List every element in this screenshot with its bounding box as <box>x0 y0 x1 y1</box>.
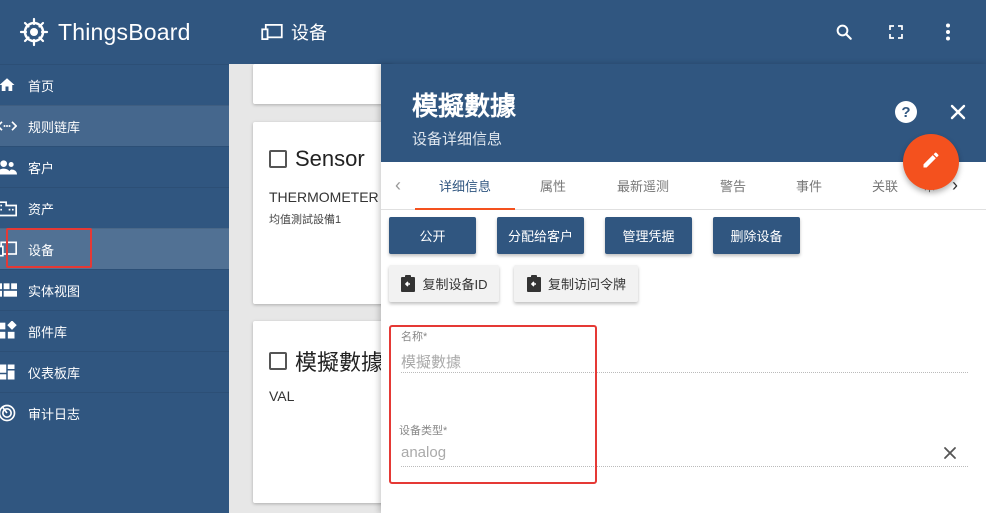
sidebar-item-label: 实体视图 <box>28 283 81 299</box>
edit-pencil-icon <box>921 150 941 175</box>
sidebar-item-entity-views[interactable]: 实体视图 <box>0 269 229 310</box>
tabs-prev-icon[interactable]: ‹ <box>381 162 415 210</box>
card-device-type: VAL <box>269 388 295 404</box>
help-icon[interactable]: ? <box>895 101 917 123</box>
device-card[interactable]: 模擬數據 VAL <box>253 321 393 503</box>
dashboards-icon <box>0 361 18 383</box>
tab-events[interactable]: 事件 <box>771 162 847 210</box>
sidebar-item-rule-chains[interactable]: 规则链库 <box>0 105 229 146</box>
top-toolbar: 设备 <box>229 0 986 64</box>
panel-subtitle: 设备详细信息 <box>412 131 503 148</box>
sidebar-item-dashboards[interactable]: 仪表板库 <box>0 351 229 392</box>
devices-icon <box>261 22 285 42</box>
card-description: 均值測試設備1 <box>269 214 342 226</box>
logo[interactable]: ThingsBoard <box>0 0 229 64</box>
sidebar-item-widgets[interactable]: 部件库 <box>0 310 229 351</box>
copy-access-token-label: 复制访问令牌 <box>547 277 626 292</box>
sidebar-item-label: 仪表板库 <box>28 365 81 381</box>
sidebar-item-audit-logs[interactable]: 审计日志 <box>0 392 229 433</box>
entity-view-icon <box>0 279 18 301</box>
card-checkbox[interactable] <box>269 352 287 370</box>
card-device-type: THERMOMETER <box>269 189 379 205</box>
close-icon[interactable] <box>947 101 969 123</box>
home-icon <box>0 74 18 96</box>
card-title: Sensor <box>295 146 365 171</box>
card-title: 模擬數據 <box>295 350 384 375</box>
tab-latest-telemetry[interactable]: 最新遥测 <box>591 162 695 210</box>
sidebar-item-home[interactable]: 首页 <box>0 64 229 105</box>
devices-icon <box>0 238 18 260</box>
copy-device-id-label: 复制设备ID <box>422 277 488 292</box>
make-public-button[interactable]: 公开 <box>389 217 476 254</box>
page-title: 设备 <box>291 23 327 43</box>
assets-icon <box>0 197 18 219</box>
manage-credentials-button[interactable]: 管理凭据 <box>605 217 692 254</box>
card-checkbox[interactable] <box>269 150 287 168</box>
tab-alarms[interactable]: 警告 <box>695 162 771 210</box>
more-vert-icon[interactable] <box>936 20 960 44</box>
delete-device-button[interactable]: 删除设备 <box>713 217 800 254</box>
device-card[interactable]: Sensor THERMOMETER 均值測試設備1 <box>253 122 393 304</box>
rule-chain-icon <box>0 115 18 137</box>
panel-title: 模擬數據 <box>412 91 517 121</box>
tab-attributes[interactable]: 属性 <box>515 162 591 210</box>
device-card[interactable] <box>253 64 393 104</box>
sidebar-item-assets[interactable]: 资产 <box>0 187 229 228</box>
sidebar-item-devices[interactable]: 设备 <box>0 228 229 269</box>
sidebar-item-label: 设备 <box>28 242 55 258</box>
sidebar: ThingsBoard 首页 规则链库 客户 资产 设备 实体视图 部件库 仪表… <box>0 0 229 513</box>
clear-icon[interactable] <box>941 444 959 462</box>
panel-header: 模擬數據 设备详细信息 ? <box>381 64 986 162</box>
tab-details[interactable]: 详细信息 <box>415 162 515 210</box>
device-type-field-underline <box>401 466 968 467</box>
clipboard-icon <box>526 275 542 293</box>
details-tabs: ‹ 详细信息 属性 最新遥测 警告 事件 关联 审 › <box>381 162 986 210</box>
copy-device-id-button[interactable]: 复制设备ID <box>389 265 499 302</box>
sidebar-item-label: 部件库 <box>28 324 68 340</box>
widgets-icon <box>0 320 18 342</box>
clipboard-icon <box>400 275 416 293</box>
sidebar-item-customers[interactable]: 客户 <box>0 146 229 187</box>
fullscreen-icon[interactable] <box>884 20 908 44</box>
name-field-label: 名称* <box>401 331 428 343</box>
app-title: ThingsBoard <box>58 18 191 45</box>
sidebar-item-label: 规则链库 <box>28 119 81 135</box>
copy-access-token-button[interactable]: 复制访问令牌 <box>514 265 638 302</box>
device-type-field-label: 设备类型* <box>399 425 448 437</box>
sidebar-item-label: 客户 <box>28 160 55 176</box>
audit-log-icon <box>0 402 18 424</box>
device-type-field[interactable]: analog <box>401 444 446 461</box>
edit-fab-button[interactable] <box>903 134 959 190</box>
search-icon[interactable] <box>832 20 856 44</box>
sidebar-item-label: 审计日志 <box>28 406 81 422</box>
customers-icon <box>0 156 18 178</box>
sidebar-item-label: 资产 <box>28 201 55 217</box>
name-field[interactable]: 模擬數據 <box>401 351 461 372</box>
name-field-underline <box>401 372 968 373</box>
sidebar-item-label: 首页 <box>28 78 55 94</box>
assign-to-customer-button[interactable]: 分配给客户 <box>497 217 584 254</box>
thingsboard-logo-icon <box>16 14 52 50</box>
